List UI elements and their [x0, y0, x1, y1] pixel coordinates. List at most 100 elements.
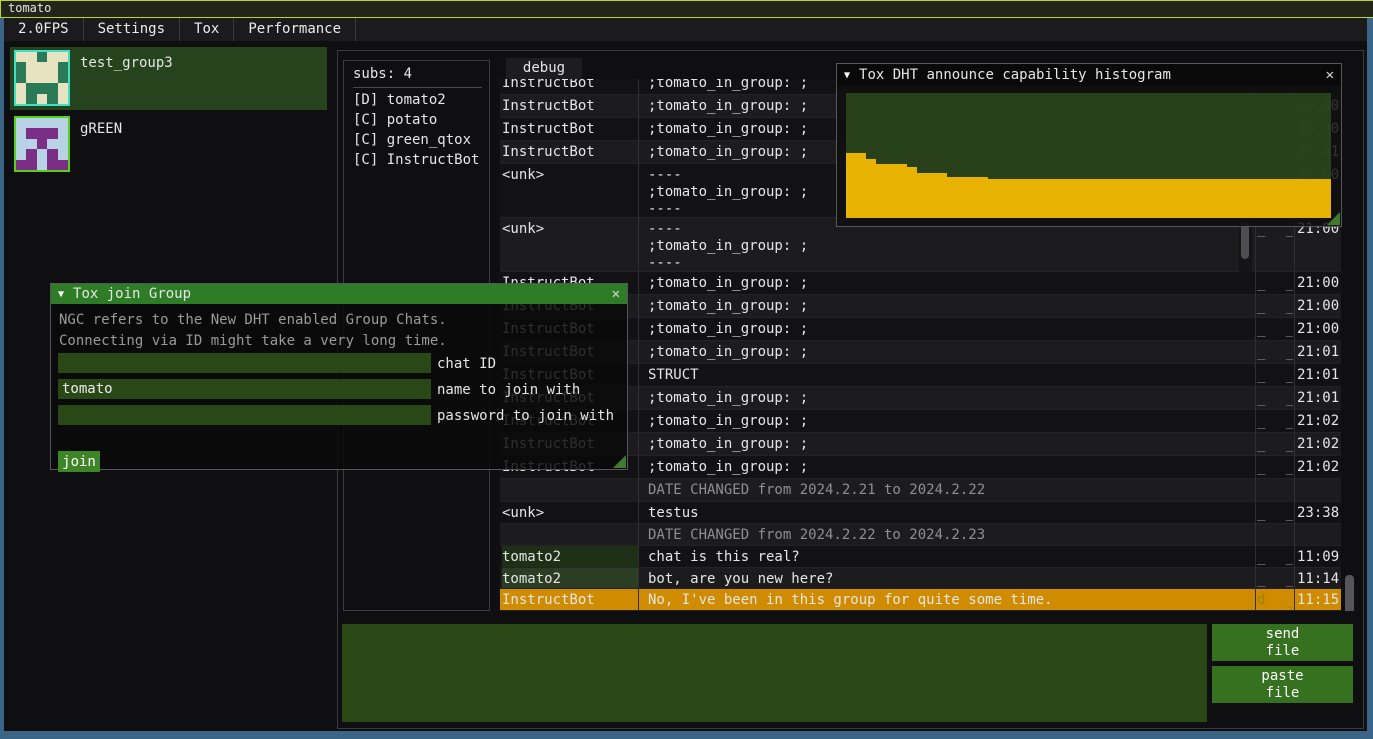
window-border-right — [1367, 18, 1373, 739]
message-flags: _ _ — [1257, 433, 1293, 455]
histogram-bar — [1301, 179, 1311, 218]
histogram-bar — [947, 177, 957, 218]
chat-id-input[interactable] — [58, 353, 431, 373]
histogram-bar — [1220, 179, 1230, 218]
system-row[interactable]: DATE CHANGED from 2024.2.21 to 2024.2.22 — [500, 479, 1341, 502]
histogram-bar — [917, 173, 927, 218]
join-name-input[interactable] — [58, 379, 431, 399]
histogram-bar — [1109, 179, 1119, 218]
group-avatar — [14, 116, 70, 172]
histogram-bar — [1008, 179, 1018, 218]
resize-grip[interactable] — [613, 455, 626, 468]
sub-member-item[interactable]: [D] tomato2 — [353, 92, 446, 108]
close-icon[interactable]: ✕ — [612, 286, 620, 302]
histogram-bar — [876, 164, 886, 218]
resize-grip[interactable] — [1327, 212, 1340, 225]
group-avatar — [14, 50, 70, 106]
message-text: STRUCT — [648, 364, 1254, 386]
message-scrollbar-thumb[interactable] — [1241, 222, 1249, 259]
histogram-bar — [1149, 179, 1159, 218]
chat-row[interactable]: tomato2chat is this real?_ _11:09 — [500, 546, 1341, 568]
group-item-gREEN[interactable]: gREEN — [10, 113, 327, 173]
histogram-bar — [1260, 179, 1270, 218]
message-text: ;tomato_in_group: ; — [648, 433, 1254, 455]
os-titlebar[interactable]: tomato — [0, 0, 1373, 18]
window-border-bottom — [0, 731, 1373, 739]
tab-debug[interactable]: debug — [506, 58, 582, 79]
histogram-bar — [1139, 179, 1149, 218]
histogram-bar — [1230, 179, 1240, 218]
date-changed-text: DATE CHANGED from 2024.2.22 to 2024.2.23 — [648, 524, 1254, 545]
histogram-bar — [937, 173, 947, 218]
join-button[interactable]: join — [58, 451, 100, 472]
menu-item-tox[interactable]: Tox — [180, 18, 234, 41]
histogram-bar — [1048, 179, 1058, 218]
histogram-bar — [1180, 179, 1190, 218]
dht-histogram-body — [837, 86, 1341, 226]
date-changed-text: DATE CHANGED from 2024.2.21 to 2024.2.22 — [648, 479, 1254, 501]
chat-id-label: chat ID — [437, 356, 496, 372]
subs-separator — [353, 87, 482, 88]
message-flags: _ _ — [1257, 410, 1293, 432]
message-time: 21:01 — [1297, 387, 1341, 409]
histogram-bar — [1200, 179, 1210, 218]
menu-item-performance[interactable]: Performance — [234, 18, 356, 41]
sub-member-item[interactable]: [C] InstructBot — [353, 152, 479, 168]
message-time: 21:02 — [1297, 410, 1341, 432]
column-separator — [638, 57, 639, 611]
message-flags: _ _ — [1257, 341, 1293, 363]
histogram-bar — [1129, 179, 1139, 218]
message-flags: _ _ — [1257, 272, 1293, 294]
ngc-info-line: Connecting via ID might take a very long… — [59, 333, 447, 349]
histogram-bar — [1240, 179, 1250, 218]
system-row[interactable]: DATE CHANGED from 2024.2.22 to 2024.2.23 — [500, 524, 1341, 546]
histogram-bar — [856, 153, 866, 218]
histogram-bar — [1190, 179, 1200, 218]
message-flags: _ _ — [1257, 568, 1293, 588]
message-text: ;tomato_in_group: ; — [648, 341, 1254, 363]
message-text: ;tomato_in_group: ; — [648, 272, 1254, 294]
chat-row[interactable]: InstructBotNo, I've been in this group f… — [500, 589, 1341, 611]
subs-count-label: subs: 4 — [353, 66, 412, 82]
dht-histogram-title: Tox DHT announce capability histogram — [859, 67, 1171, 83]
send-file-button[interactable]: send file — [1212, 624, 1353, 661]
join-group-body: NGC refers to the New DHT enabled Group … — [51, 304, 627, 469]
histogram-bar — [866, 159, 876, 218]
histogram-bar — [907, 167, 917, 218]
dht-histogram-titlebar[interactable]: ▼ Tox DHT announce capability histogram … — [837, 64, 1341, 86]
histogram-bar — [1099, 179, 1109, 218]
sender-name: InstructBot — [502, 141, 638, 163]
dht-capability-plot — [846, 93, 1331, 218]
histogram-bar — [988, 179, 998, 218]
message-flags: _ _ — [1257, 387, 1293, 409]
histogram-bar — [1250, 179, 1260, 218]
histogram-bar — [1170, 179, 1180, 218]
message-flags: _ _ — [1257, 502, 1293, 523]
sender-name: <unk> — [502, 502, 638, 523]
histogram-bar — [1271, 179, 1281, 218]
histogram-bar — [1119, 179, 1129, 218]
sub-member-item[interactable]: [C] green_qtox — [353, 132, 471, 148]
histogram-bar — [927, 173, 937, 218]
group-item-test_group3[interactable]: test_group3 — [10, 47, 327, 110]
histogram-bar — [998, 179, 1008, 218]
close-icon[interactable]: ✕ — [1326, 67, 1334, 83]
histogram-bar — [977, 177, 987, 218]
join-password-input[interactable] — [58, 405, 431, 425]
paste-file-button[interactable]: paste file — [1212, 666, 1353, 703]
message-input[interactable] — [342, 624, 1207, 722]
collapse-arrow-icon[interactable]: ▼ — [58, 289, 64, 300]
sub-member-item[interactable]: [C] potato — [353, 112, 437, 128]
message-time: 23:38 — [1297, 502, 1341, 523]
histogram-bar — [1210, 179, 1220, 218]
collapse-arrow-icon[interactable]: ▼ — [844, 70, 850, 81]
join-group-titlebar[interactable]: ▼ Tox join Group ✕ — [51, 284, 627, 304]
chat-scrollbar-thumb[interactable] — [1345, 575, 1354, 611]
message-flags: _ _ — [1257, 546, 1293, 567]
chat-row[interactable]: <unk>testus_ _23:38 — [500, 502, 1341, 524]
histogram-bar — [1038, 179, 1048, 218]
histogram-bar — [967, 177, 977, 218]
menu-item-settings[interactable]: Settings — [84, 18, 180, 41]
chat-row[interactable]: tomato2bot, are you new here?_ _11:14 — [500, 568, 1341, 589]
message-time: 11:14 — [1297, 568, 1341, 588]
